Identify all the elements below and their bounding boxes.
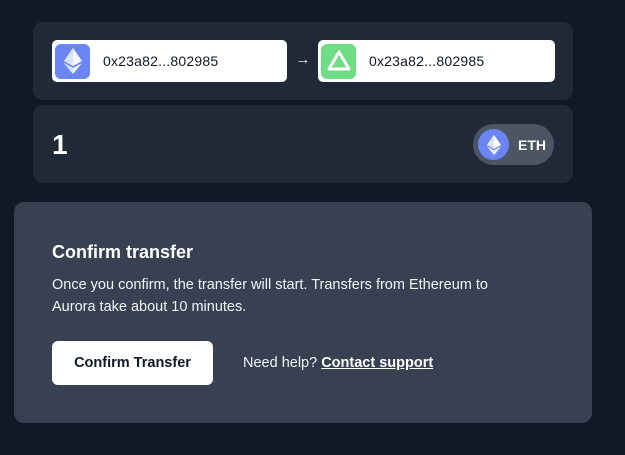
confirm-panel: Confirm transfer Once you confirm, the t…	[14, 202, 592, 423]
help-text: Need help?	[243, 355, 318, 371]
token-selector[interactable]: ETH	[473, 124, 554, 165]
to-address-field[interactable]: 0x23a82...802985	[318, 40, 555, 82]
aurora-icon	[321, 43, 356, 79]
from-address-field[interactable]: 0x23a82...802985	[52, 40, 287, 82]
amount-card: 1 ETH	[33, 105, 573, 183]
confirm-transfer-button[interactable]: Confirm Transfer	[52, 341, 213, 385]
confirm-title: Confirm transfer	[52, 242, 194, 262]
address-card: 0x23a82...802985 → 0x23a82...802985	[33, 22, 573, 100]
ethereum-icon	[55, 43, 90, 79]
ethereum-icon	[478, 129, 509, 160]
bridge-page: 0x23a82...802985 → 0x23a82...802985 1 ET…	[0, 0, 625, 455]
arrow-right-icon: →	[295, 51, 311, 68]
token-symbol: ETH	[518, 136, 546, 153]
to-address: 0x23a82...802985	[369, 53, 485, 69]
from-address: 0x23a82...802985	[103, 53, 219, 69]
help-text-row: Need help? Contact support	[243, 355, 433, 371]
amount-input[interactable]: 1	[52, 129, 68, 161]
contact-support-link[interactable]: Contact support	[321, 355, 433, 371]
confirm-description: Once you confirm, the transfer will star…	[52, 277, 488, 315]
